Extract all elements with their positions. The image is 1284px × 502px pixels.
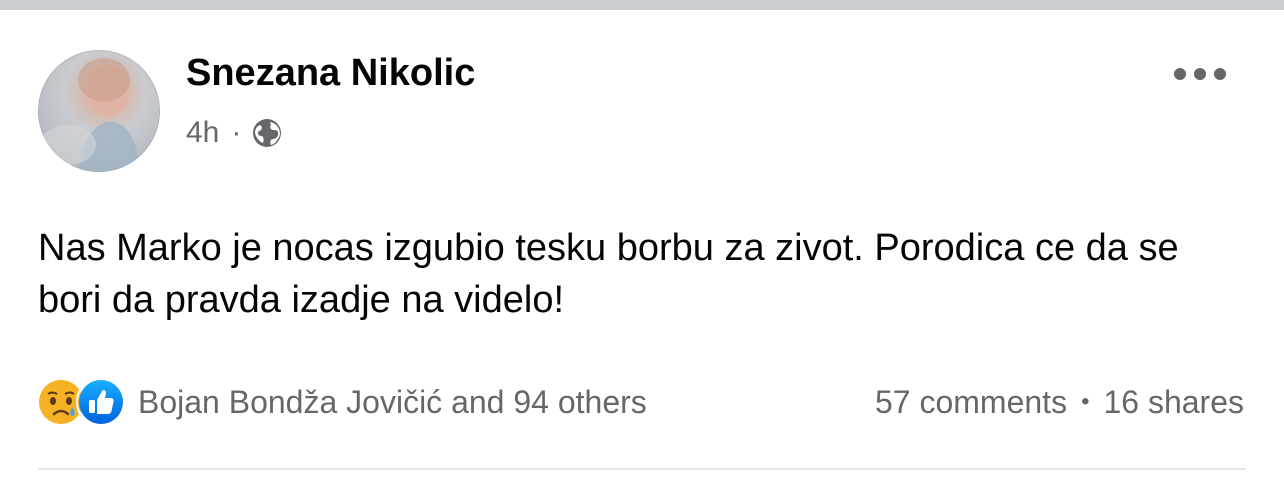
divider (38, 468, 1246, 470)
like-reaction-icon (76, 377, 126, 427)
author-name[interactable]: Snezana Nikolic (186, 52, 475, 95)
avatar-image (40, 58, 140, 172)
post-timestamp[interactable]: 4h (186, 116, 219, 150)
meta-separator: · (231, 116, 242, 149)
more-options-button[interactable] (1170, 56, 1230, 92)
avatar[interactable] (38, 50, 160, 172)
comments-count[interactable]: 57 comments (875, 384, 1067, 421)
globe-icon[interactable] (251, 117, 283, 149)
reactions-summary[interactable]: Bojan Bondža Jovičić and 94 others (36, 377, 647, 427)
post-text: Nas Marko je nocas izgubio tesku borbu z… (38, 227, 1179, 321)
more-horizontal-icon (1174, 68, 1226, 80)
post-meta: 4h · (186, 113, 283, 153)
engagement-counts: 57 comments • 16 shares (875, 382, 1244, 422)
shares-count[interactable]: 16 shares (1103, 384, 1244, 421)
top-separator-bar (0, 0, 1284, 10)
counts-separator: • (1081, 388, 1090, 415)
reactions-names[interactable]: Bojan Bondža Jovičić and 94 others (138, 384, 647, 421)
